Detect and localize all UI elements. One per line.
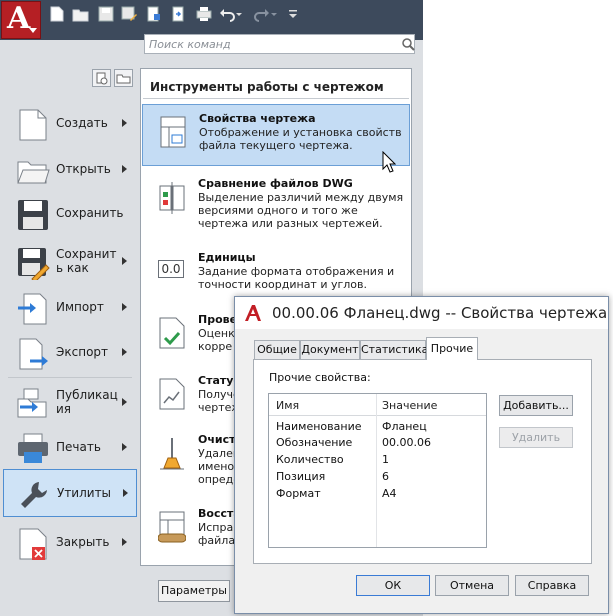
broom-icon xyxy=(160,438,184,470)
units-icon: 0.0 xyxy=(158,260,184,278)
menu-item-open[interactable]: Открыть xyxy=(3,146,137,194)
table-row-value[interactable]: 1 xyxy=(382,453,389,466)
table-row-name[interactable]: Количество xyxy=(276,453,344,466)
recent-documents-button[interactable] xyxy=(92,69,111,87)
menu-item-import[interactable]: Импорт xyxy=(3,284,137,332)
table-column-divider xyxy=(376,394,377,547)
tab-custom[interactable]: Прочие xyxy=(426,337,478,360)
folder-open-icon xyxy=(17,161,50,184)
submenu-item-dwg-compare[interactable]: Сравнение файлов DWG Выделение различий … xyxy=(142,170,410,232)
plot-icon[interactable] xyxy=(195,6,213,22)
submenu-title: Инструменты работы с чертежом xyxy=(150,80,384,94)
table-row-value[interactable]: А4 xyxy=(382,487,397,500)
menu-item-label: Импорт xyxy=(56,300,104,314)
options-button[interactable]: Параметры xyxy=(158,580,230,602)
recent-documents-icon xyxy=(96,72,108,85)
submenu-arrow-icon xyxy=(122,443,127,451)
submenu-arrow-icon xyxy=(122,398,127,406)
column-header-value[interactable]: Значение xyxy=(382,399,437,412)
submenu-arrow-icon xyxy=(122,538,127,546)
submenu-arrow-icon xyxy=(122,119,127,127)
dwg-compare-icon xyxy=(159,182,185,214)
plot-cloud-icon[interactable] xyxy=(170,6,188,22)
submenu-item-drawing-properties[interactable]: Свойства чертежа Отображение и установка… xyxy=(142,104,410,166)
save-as-icon[interactable] xyxy=(120,6,138,22)
menu-item-label: Публикац ия xyxy=(56,388,118,416)
cancel-button[interactable]: Отмена xyxy=(435,575,509,596)
menu-item-publish[interactable]: Публикац ия xyxy=(3,379,137,427)
table-row-name[interactable]: Обозначение xyxy=(276,436,352,449)
menu-item-label: Открыть xyxy=(56,162,111,176)
menu-item-label: Создать xyxy=(56,116,108,130)
tab-summary[interactable]: Документ xyxy=(300,340,360,359)
new-document-icon xyxy=(19,109,47,141)
open-documents-icon xyxy=(116,74,131,84)
menu-item-label: Экспорт xyxy=(56,345,109,359)
tab-general[interactable]: Общие xyxy=(254,340,300,359)
ok-button[interactable]: ОК xyxy=(356,575,430,596)
tab-statistics[interactable]: Статистика xyxy=(360,340,428,359)
table-header-divider xyxy=(269,415,486,416)
table-row-value[interactable]: 00.00.06 xyxy=(382,436,431,449)
menu-item-label: Закрыть xyxy=(56,535,110,549)
save-as-icon xyxy=(18,248,50,280)
table-row-value[interactable]: Фланец xyxy=(382,420,427,433)
import-icon xyxy=(18,293,47,325)
menu-item-print[interactable]: Печать xyxy=(3,424,137,472)
table-row-name[interactable]: Формат xyxy=(276,487,321,500)
custom-properties-label: Прочие свойства: xyxy=(269,371,371,384)
close-document-icon xyxy=(19,528,47,560)
menu-separator xyxy=(8,377,132,378)
menu-item-save-as[interactable]: Сохранит ь как xyxy=(3,238,137,286)
wrench-icon xyxy=(21,482,47,508)
delete-property-button[interactable]: Удалить xyxy=(499,427,573,448)
menu-item-create[interactable]: Создать xyxy=(3,100,137,148)
dialog-title: 00.00.06 Фланец.dwg -- Свойства чертежа xyxy=(272,304,608,322)
publish-web-icon[interactable] xyxy=(145,6,163,22)
menu-item-label: Печать xyxy=(56,440,101,454)
drawing-properties-icon xyxy=(160,116,186,148)
customize-toolbar-icon[interactable] xyxy=(287,6,299,22)
audit-check-icon xyxy=(159,317,185,349)
submenu-arrow-icon xyxy=(122,257,127,265)
application-menu-button[interactable]: A xyxy=(1,1,41,39)
publish-icon xyxy=(17,388,47,418)
menu-item-label: Сохранит ь как xyxy=(56,247,117,275)
submenu-arrow-icon xyxy=(123,489,128,497)
submenu-arrow-icon xyxy=(122,165,127,173)
column-header-name[interactable]: Имя xyxy=(276,399,299,412)
new-icon[interactable] xyxy=(48,6,66,22)
submenu-arrow-icon xyxy=(122,303,127,311)
undo-dropdown-icon[interactable] xyxy=(235,6,243,22)
open-icon[interactable] xyxy=(72,6,90,22)
table-row-value[interactable]: 6 xyxy=(382,470,389,483)
search-icon[interactable] xyxy=(401,37,415,51)
menu-item-close[interactable]: Закрыть xyxy=(3,519,137,567)
table-row-name[interactable]: Позиция xyxy=(276,470,325,483)
help-button[interactable]: Справка xyxy=(515,575,589,596)
status-icon xyxy=(159,378,185,410)
menu-item-label: Сохранить xyxy=(56,206,124,220)
table-row-name[interactable]: Наименование xyxy=(276,420,361,433)
mouse-cursor-icon xyxy=(382,151,396,173)
floppy-disk-icon xyxy=(18,200,48,230)
redo-dropdown-icon[interactable] xyxy=(270,6,278,22)
export-icon xyxy=(19,338,48,370)
redo-icon[interactable] xyxy=(252,6,270,22)
dropdown-arrow-icon xyxy=(29,28,37,33)
save-icon[interactable] xyxy=(97,6,115,22)
recover-icon xyxy=(158,511,186,543)
menu-item-save[interactable]: Сохранить xyxy=(3,190,137,238)
search-input[interactable]: Поиск команд xyxy=(144,34,415,54)
printer-icon xyxy=(18,433,48,463)
submenu-title-divider xyxy=(143,98,409,99)
open-documents-button[interactable] xyxy=(114,69,133,87)
menu-item-utilities[interactable]: Утилиты xyxy=(3,469,137,517)
autocad-logo-icon xyxy=(245,305,261,321)
add-property-button[interactable]: Добавить... xyxy=(499,395,573,416)
submenu-arrow-icon xyxy=(122,348,127,356)
autocad-logo-icon: A xyxy=(7,1,31,36)
menu-item-label: Утилиты xyxy=(57,486,112,500)
menu-item-export[interactable]: Экспорт xyxy=(3,329,137,377)
